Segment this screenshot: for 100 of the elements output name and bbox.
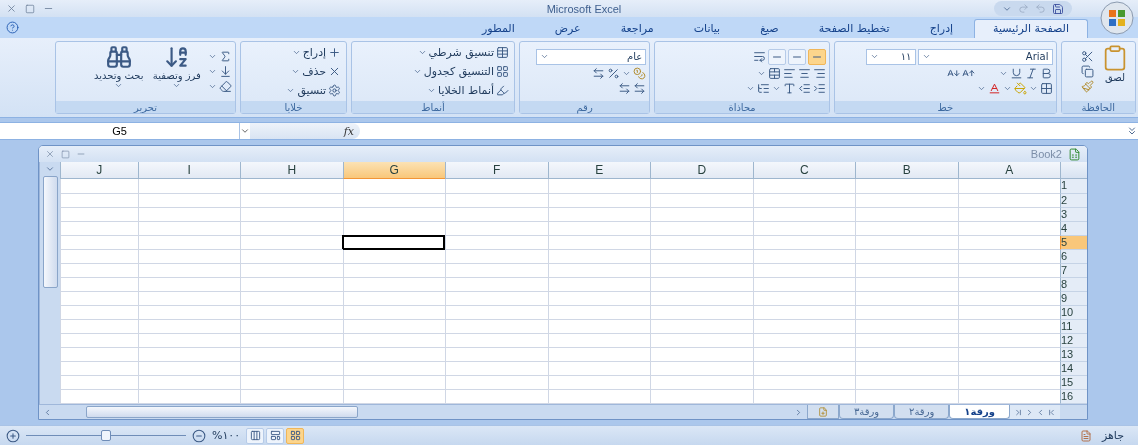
- dropdown-icon[interactable]: [240, 126, 250, 136]
- cut-icon[interactable]: [1081, 50, 1094, 63]
- column-header[interactable]: A: [957, 162, 1060, 180]
- sheet-tab[interactable]: ورقة٣: [838, 405, 895, 419]
- insert-sheet-button[interactable]: [806, 405, 839, 419]
- close-icon[interactable]: [6, 3, 17, 14]
- row-header[interactable]: 14: [1060, 362, 1087, 377]
- ribbon-command[interactable]: التنسيق كجدول: [410, 63, 511, 80]
- ribbon-command[interactable]: تنسيق: [284, 82, 344, 99]
- first-sheet-icon[interactable]: [1047, 407, 1056, 417]
- scrollbar-thumb[interactable]: [42, 176, 58, 289]
- help-icon[interactable]: [6, 21, 19, 34]
- row-header[interactable]: 13: [1060, 348, 1087, 363]
- format-icon: [328, 84, 342, 97]
- insert-function-button[interactable]: fx: [343, 124, 354, 138]
- scroll-left-icon[interactable]: [43, 407, 52, 417]
- table-icon: [496, 65, 509, 78]
- column-header[interactable]: H: [240, 162, 343, 180]
- row-header[interactable]: 12: [1060, 334, 1087, 349]
- last-sheet-icon[interactable]: [1014, 407, 1023, 417]
- view-button[interactable]: [246, 427, 265, 444]
- dropdown-icon[interactable]: [921, 52, 931, 61]
- column-header[interactable]: G: [342, 162, 445, 180]
- fill-icon[interactable]: [218, 65, 232, 78]
- merge-cells-icon[interactable]: [768, 66, 781, 80]
- font-color-icon[interactable]: [987, 81, 1001, 95]
- paste-button[interactable]: لصق: [1098, 44, 1132, 99]
- scrollbar-thumb[interactable]: [86, 406, 358, 419]
- row-header[interactable]: 15: [1060, 376, 1087, 391]
- zoom-thumb[interactable]: [101, 429, 111, 441]
- column-header[interactable]: I: [137, 162, 240, 180]
- indent-increase-icon[interactable]: [813, 81, 826, 95]
- previous-sheet-icon[interactable]: [1036, 407, 1045, 417]
- ribbon-command[interactable]: تنسيق شرطي: [410, 44, 511, 61]
- currency-icon[interactable]: [633, 66, 647, 80]
- percent-icon[interactable]: [607, 66, 621, 80]
- ribbon-command[interactable]: حذف: [284, 63, 344, 80]
- column-header[interactable]: B: [855, 162, 958, 180]
- align-left-icon[interactable]: [783, 66, 796, 80]
- number-format-field[interactable]: عام: [536, 48, 647, 65]
- row-header[interactable]: 10: [1060, 306, 1087, 321]
- italic-icon[interactable]: [1024, 66, 1038, 80]
- dropdown-icon[interactable]: [540, 52, 550, 61]
- column-header[interactable]: D: [650, 162, 753, 180]
- ribbon-tab[interactable]: تخطيط الصفحة: [799, 19, 909, 38]
- indent-decrease-icon[interactable]: [798, 81, 811, 95]
- ribbon-tab[interactable]: صيغ: [741, 19, 798, 38]
- redo-icon[interactable]: [1018, 3, 1029, 14]
- zoom-slider[interactable]: [26, 428, 186, 443]
- ribbon-command[interactable]: بحث وتحديد: [91, 44, 146, 99]
- undo-icon[interactable]: [1035, 3, 1046, 14]
- text-direction-icon[interactable]: [757, 81, 770, 95]
- column-header[interactable]: F: [445, 162, 548, 180]
- sheet-tab[interactable]: ورقة١: [949, 405, 1010, 419]
- next-sheet-icon[interactable]: [1025, 407, 1034, 417]
- restore-icon[interactable]: [61, 149, 70, 159]
- row-header[interactable]: 11: [1060, 320, 1087, 335]
- column-header[interactable]: J: [60, 162, 138, 180]
- sheet-tab[interactable]: ورقة٢: [894, 405, 950, 419]
- font-name-field[interactable]: Arial: [917, 48, 1053, 65]
- copy-icon[interactable]: [1081, 65, 1094, 78]
- eraser-icon[interactable]: [218, 80, 232, 93]
- close-icon[interactable]: [45, 149, 55, 160]
- active-cell[interactable]: [341, 234, 445, 250]
- ribbon-tab[interactable]: الصفحة الرئيسية: [974, 19, 1088, 38]
- expand-icon[interactable]: [1126, 125, 1138, 137]
- command-label: تنسيق: [297, 84, 327, 97]
- save-icon[interactable]: [1052, 2, 1064, 15]
- orientation-icon[interactable]: [783, 81, 796, 95]
- ribbon-tab[interactable]: إدراج: [910, 19, 973, 38]
- ribbon-tab[interactable]: المطور: [462, 19, 534, 38]
- align-right-icon[interactable]: [813, 66, 826, 80]
- zoom-out-icon[interactable]: [192, 428, 206, 443]
- row-header[interactable]: 16: [1060, 390, 1087, 405]
- column-header[interactable]: E: [547, 162, 650, 180]
- name-box[interactable]: G5: [0, 123, 240, 139]
- macro-record-icon[interactable]: [1079, 429, 1092, 442]
- dropdown-icon[interactable]: [869, 52, 879, 61]
- ribbon-command[interactable]: فرز وتصفية: [149, 44, 204, 99]
- ribbon-tab[interactable]: بيانات: [674, 19, 740, 38]
- paintbrush-icon[interactable]: [1081, 80, 1094, 93]
- view-button[interactable]: [266, 427, 285, 444]
- ribbon-command[interactable]: إدراج: [284, 44, 344, 61]
- zoom-level[interactable]: %١٠٠: [212, 429, 241, 442]
- select-all-button[interactable]: [1060, 162, 1087, 180]
- underline-icon[interactable]: [1009, 66, 1023, 80]
- fill-color-icon[interactable]: [1013, 81, 1027, 95]
- view-button[interactable]: [286, 427, 305, 444]
- ribbon-command[interactable]: أنماط الخلايا: [410, 82, 511, 99]
- ribbon-tab[interactable]: مراجعة: [601, 19, 673, 38]
- align-center-icon[interactable]: [798, 66, 811, 80]
- column-header[interactable]: C: [752, 162, 855, 180]
- wrap-text-icon[interactable]: [753, 50, 766, 63]
- restore-icon[interactable]: [25, 3, 35, 14]
- zoom-in-icon[interactable]: [6, 428, 20, 443]
- border-icon[interactable]: [1039, 81, 1053, 95]
- row-header[interactable]: 1: [1060, 179, 1087, 194]
- font-size-field[interactable]: ١١: [865, 48, 916, 65]
- ribbon-tab[interactable]: عرض: [535, 19, 600, 38]
- vertical-align-button[interactable]: [808, 48, 826, 65]
